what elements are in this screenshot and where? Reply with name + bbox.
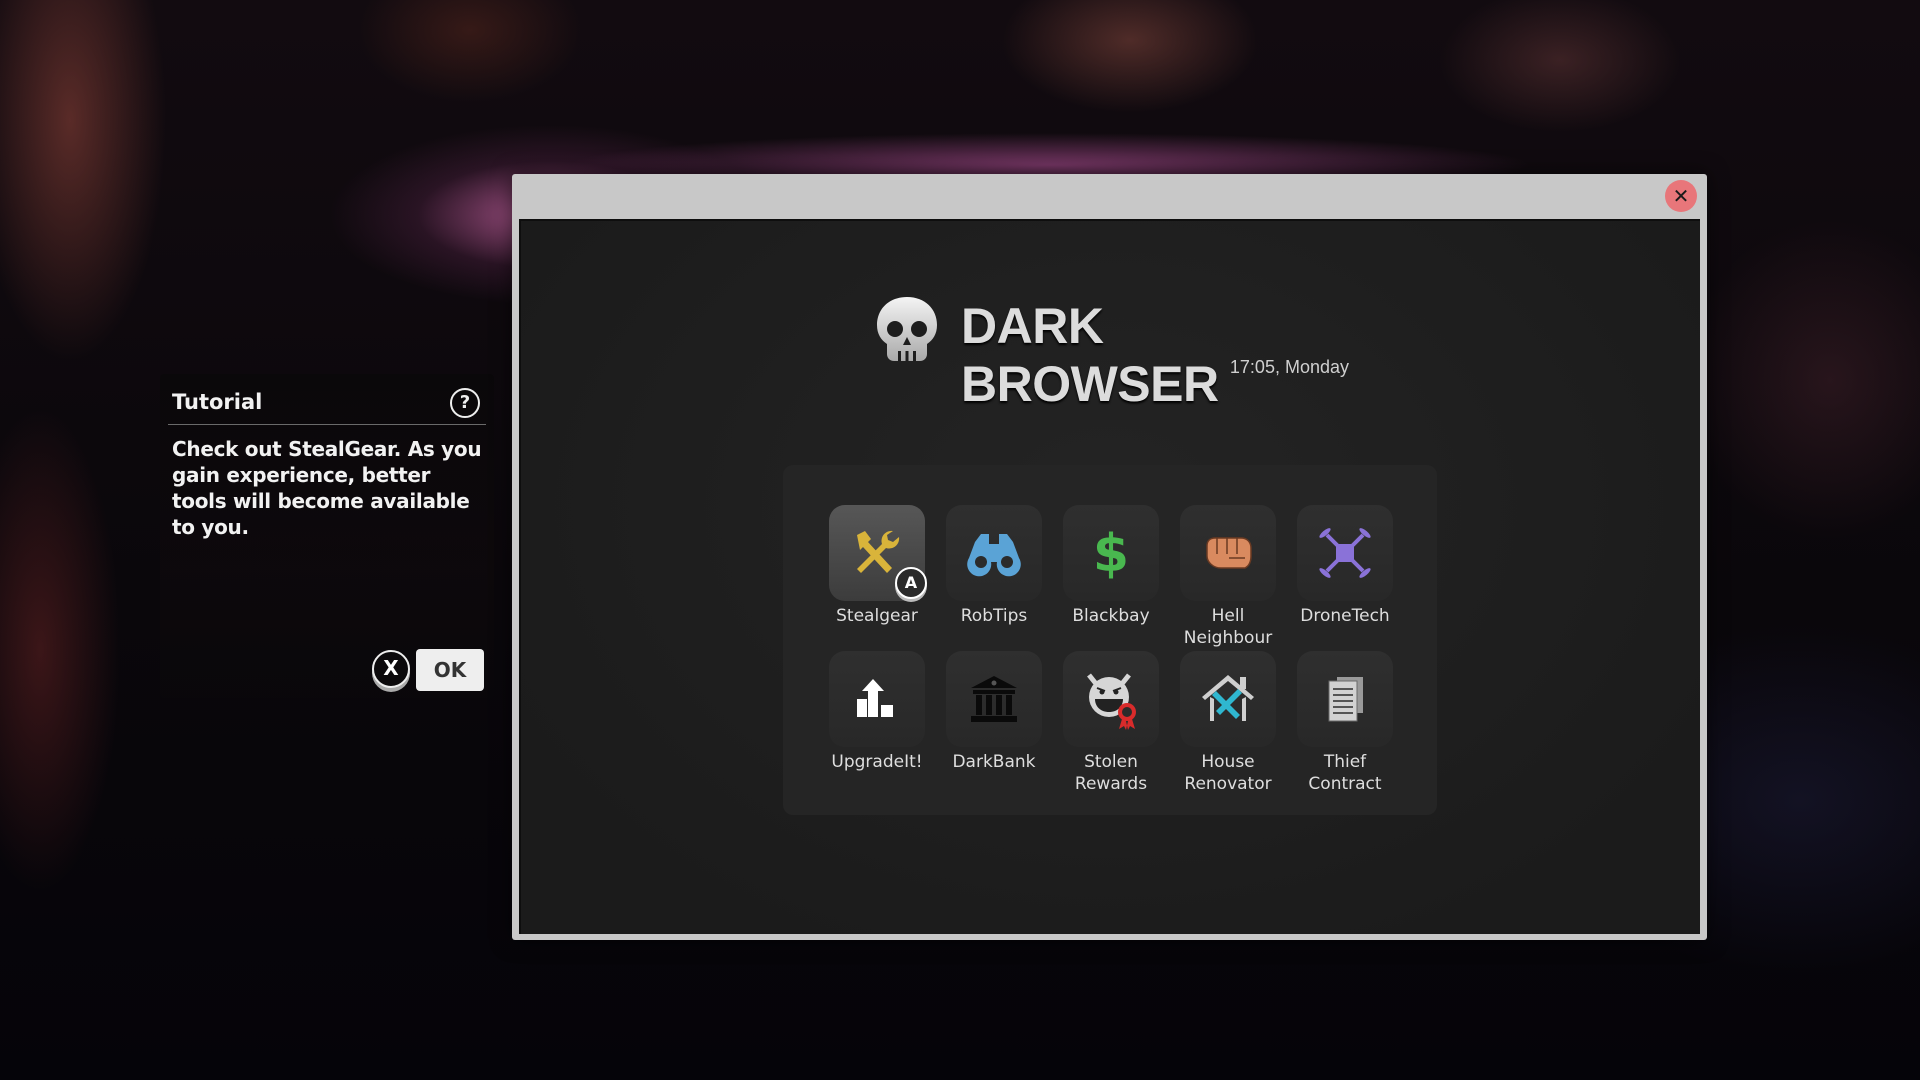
app-label: UpgradeIt! — [831, 752, 923, 772]
question-circle-icon[interactable]: ? — [450, 388, 480, 418]
devil-award-icon — [1087, 673, 1136, 730]
tutorial-title: Tutorial — [172, 390, 263, 414]
tutorial-message: Check out StealGear. As you gain experie… — [172, 437, 482, 539]
skull-icon — [877, 297, 937, 361]
app-upgradeit[interactable]: UpgradeIt! — [829, 651, 925, 773]
app-label: Stealgear — [836, 606, 918, 626]
app-blackbay[interactable]: $ Blackbay — [1063, 505, 1159, 627]
bank-icon — [971, 676, 1017, 722]
drone-icon — [1319, 528, 1371, 578]
app-label: Thief Contract — [1308, 752, 1382, 794]
app-stealgear[interactable]: A Stealgear — [829, 505, 927, 627]
app-dronetech[interactable]: DroneTech — [1297, 505, 1393, 627]
dark-browser-window: ✕ DARK BROWSER 17:05, Monday A Stealgear… — [512, 174, 1707, 940]
tutorial-divider — [168, 424, 486, 425]
app-label: Blackbay — [1072, 606, 1150, 626]
app-house-renovator[interactable]: House Renovator — [1180, 651, 1276, 795]
browser-title: DARK BROWSER — [961, 298, 1219, 412]
tools-icon — [857, 530, 900, 573]
binoculars-icon — [967, 534, 1021, 577]
app-label: Hell Neighbour — [1183, 606, 1273, 648]
app-label: RobTips — [960, 606, 1028, 626]
app-hell-neighbour[interactable]: Hell Neighbour — [1180, 505, 1276, 649]
app-label: DroneTech — [1300, 606, 1390, 626]
document-icon — [1328, 677, 1363, 722]
dismiss-x-button[interactable]: X — [372, 650, 410, 688]
app-label: DarkBank — [952, 752, 1036, 772]
ok-button[interactable]: OK — [416, 649, 484, 691]
tutorial-panel: Tutorial ? Check out StealGear. As you g… — [160, 374, 494, 698]
app-stolen-rewards[interactable]: Stolen Rewards — [1063, 651, 1159, 795]
dollar-icon: $ — [1093, 525, 1129, 581]
app-grid: A Stealgear RobTips $ Blackbay Hell Neig… — [783, 465, 1437, 815]
app-label: House Renovator — [1184, 752, 1272, 794]
controller-a-hint: A — [895, 567, 927, 599]
upgrade-icon — [857, 679, 893, 717]
browser-content: DARK BROWSER 17:05, Monday A Stealgear R… — [519, 219, 1700, 934]
browser-header: DARK BROWSER 17:05, Monday — [871, 293, 1351, 412]
app-thief-contract[interactable]: Thief Contract — [1297, 651, 1393, 795]
house-tools-icon — [1202, 675, 1254, 721]
app-robtips[interactable]: RobTips — [946, 505, 1042, 627]
app-label: Stolen Rewards — [1074, 752, 1148, 794]
clock-text: 17:05, Monday — [1229, 357, 1349, 377]
svg-text:$: $ — [1093, 525, 1129, 581]
fist-icon — [1206, 537, 1252, 569]
app-darkbank[interactable]: DarkBank — [946, 651, 1042, 773]
close-window-button[interactable]: ✕ — [1665, 180, 1697, 212]
